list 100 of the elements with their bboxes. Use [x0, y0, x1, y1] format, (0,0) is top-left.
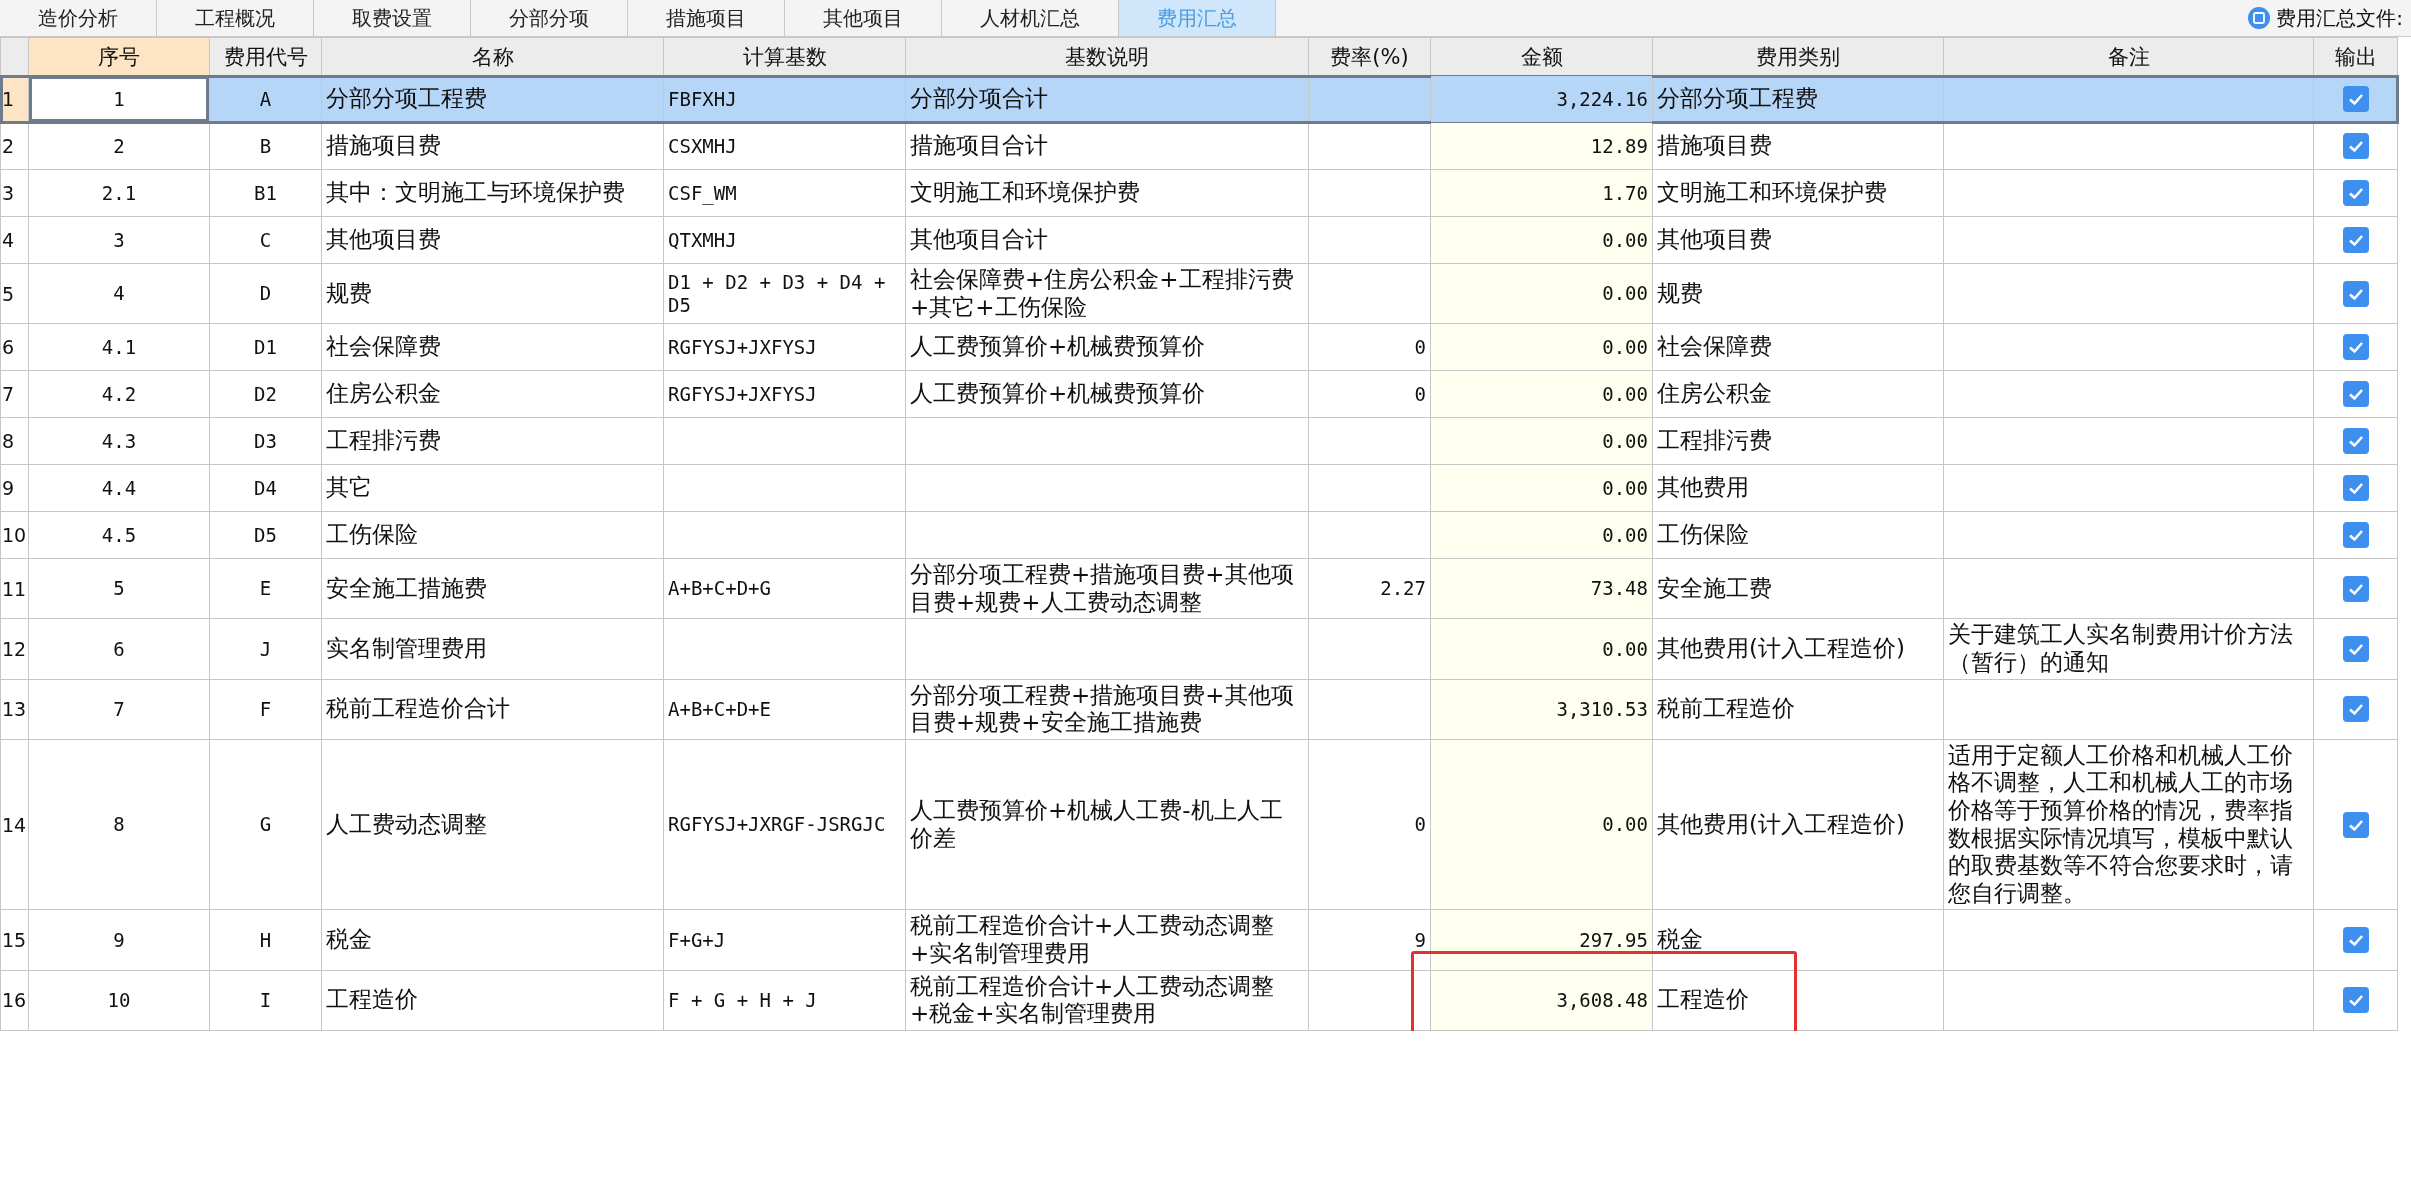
column-header[interactable]: 名称 [321, 37, 664, 76]
table-cell: 0 [1308, 739, 1431, 910]
table-cell: 0.00 [1430, 739, 1653, 910]
table-cell: 人工费预算价+机械人工费-机上人工价差 [905, 739, 1309, 910]
table-row[interactable]: 1 1 A 分部分项工程费 FBFXHJ 分部分项合计 3,224.16 分部分项工程费 [0, 75, 2398, 123]
table-row[interactable]: 4 3 C 其他项目费 QTXMHJ 其他项目合计 0.00 其他项目费 [0, 216, 2398, 264]
table-cell: 实名制管理费用 [321, 618, 664, 680]
column-header[interactable]: 计算基数 [663, 37, 906, 76]
table-cell: 0.00 [1430, 618, 1653, 680]
row-number: 7 [0, 370, 29, 418]
table-row[interactable]: 5 4 D 规费 D1 + D2 + D3 + D4 + D5 社会保障费+住房公积金+工程排污费+其它+工伤保险 0.00 规费 [0, 263, 2398, 324]
table-cell: 其中：文明施工与环境保护费 [321, 169, 664, 217]
table-cell: 其它 [321, 464, 664, 512]
table-row[interactable]: 2 2 B 措施项目费 CSXMHJ 措施项目合计 12.89 措施项目费 [0, 122, 2398, 170]
table-cell: 税前工程造价合计+人工费动态调整+实名制管理费用 [905, 909, 1309, 970]
table-cell: 8 [28, 739, 210, 910]
table-cell: 适用于定额人工价格和机械人工价格不调整，人工和机械人工的市场价格等于预算价格的情况，费率指数根据实际情况填写，模板中默认的取费基数等不符合您要求时，请您自行调整。 [1943, 739, 2314, 910]
checkbox[interactable] [2342, 811, 2369, 838]
table-cell: 工伤保险 [321, 511, 664, 559]
table-cell: 文明施工和环境保护费 [905, 169, 1309, 217]
table-cell: 1.70 [1430, 169, 1653, 217]
table-row[interactable]: 6 4.1 D1 社会保障费 RGFYSJ+JXFYSJ 人工费预算价+机械费预算价 0 0.00 社会保障费 [0, 323, 2398, 371]
table-cell: 措施项目合计 [905, 122, 1309, 170]
table-cell: 分部分项工程费+措施项目费+其他项目费+规费+人工费动态调整 [905, 558, 1309, 619]
column-header[interactable]: 费用类别 [1652, 37, 1944, 76]
table-cell: 工伤保险 [1652, 511, 1944, 559]
table-row[interactable]: 13 7 F 税前工程造价合计 A+B+C+D+E 分部分项工程费+措施项目费+其他项目费+规费+安全施工措施费 3,310.53 税前工程造价 [0, 679, 2398, 740]
checkbox[interactable] [2342, 381, 2369, 408]
table-cell: 税前工程造价合计+人工费动态调整+税金+实名制管理费用 [905, 970, 1309, 1031]
table-cell: 社会保障费 [321, 323, 664, 371]
checkbox[interactable] [2342, 86, 2369, 112]
row-number: 15 [0, 909, 29, 970]
table-row[interactable]: 11 5 E 安全施工措施费 A+B+C+D+G 分部分项工程费+措施项目费+其他项目费+规费+人工费动态调整 2.27 73.48 安全施工费 [0, 558, 2398, 619]
table-cell: RGFYSJ+JXRGF-JSRGJC [663, 739, 906, 910]
table-cell: 工程排污费 [1652, 417, 1944, 465]
column-header[interactable]: 费率(%) [1308, 37, 1431, 76]
checkbox[interactable] [2342, 987, 2369, 1014]
table-cell: E [209, 558, 322, 619]
checkbox[interactable] [2342, 227, 2369, 253]
checkbox[interactable] [2342, 696, 2369, 723]
checkbox[interactable] [2342, 522, 2369, 549]
table-cell: 住房公积金 [321, 370, 664, 418]
table-cell: F [209, 679, 322, 740]
table-cell: 4.3 [28, 417, 210, 465]
table-cell: 0.00 [1430, 263, 1653, 324]
table-cell: 其他项目费 [1652, 216, 1944, 264]
checkbox[interactable] [2342, 428, 2369, 455]
row-number: 4 [0, 216, 29, 264]
table-cell: 人工费预算价+机械费预算价 [905, 370, 1309, 418]
row-number: 6 [0, 323, 29, 371]
checkbox[interactable] [2342, 334, 2369, 361]
table-cell: B [209, 122, 322, 170]
table-row[interactable]: 8 4.3 D3 工程排污费 0.00 工程排污费 [0, 417, 2398, 465]
table-cell: D1 + D2 + D3 + D4 + D5 [663, 263, 906, 324]
checkbox[interactable] [2342, 475, 2369, 502]
checkbox[interactable] [2342, 635, 2369, 662]
table-cell: 关于建筑工人实名制费用计价方法（暂行）的通知 [1943, 618, 2314, 680]
table-row[interactable]: 7 4.2 D2 住房公积金 RGFYSJ+JXFYSJ 人工费预算价+机械费预算价 0 0.00 住房公积金 [0, 370, 2398, 418]
table-row[interactable]: 14 8 G 人工费动态调整 RGFYSJ+JXRGF-JSRGJC 人工费预算价+机械人工费-机上人工价差 0 0.00 其他费用(计入工程造价) 适用于定额人工价格和机械人工价格不调整，人工和机械人工的市场价格等于预算价格的情况，费率指数根据实际情况填写，模板中默认的取费基数等不符合您要求时，请您自行调整。 [0, 739, 2398, 910]
table-cell: 2.1 [28, 169, 210, 217]
column-header[interactable]: 基数说明 [905, 37, 1309, 76]
table-row[interactable]: 12 6 J 实名制管理费用 0.00 其他费用(计入工程造价) 关于建筑工人实名制费用计价方法（暂行）的通知 [0, 618, 2398, 680]
row-number: 16 [0, 970, 29, 1031]
table-row[interactable]: 9 4.4 D4 其它 0.00 其他费用 [0, 464, 2398, 512]
checkbox[interactable] [2342, 575, 2369, 602]
table-cell: J [209, 618, 322, 680]
row-number: 13 [0, 679, 29, 740]
checkbox[interactable] [2342, 926, 2369, 953]
table-row[interactable]: 15 9 H 税金 F+G+J 税前工程造价合计+人工费动态调整+实名制管理费用 9 297.95 税金 [0, 909, 2398, 970]
table-cell: 3,224.16 [1430, 75, 1653, 123]
table-cell: 工程排污费 [321, 417, 664, 465]
table-row[interactable]: 10 4.5 D5 工伤保险 0.00 工伤保险 [0, 511, 2398, 559]
column-header[interactable]: 输出 [2313, 37, 2398, 76]
row-number: 12 [0, 618, 29, 680]
table-cell: RGFYSJ+JXFYSJ [663, 323, 906, 371]
table-cell: QTXMHJ [663, 216, 906, 264]
table-cell: D [209, 263, 322, 324]
table-cell: 6 [28, 618, 210, 680]
table-cell: CSXMHJ [663, 122, 906, 170]
row-number: 3 [0, 169, 29, 217]
column-header[interactable]: 费用代号 [209, 37, 322, 76]
row-number: 5 [0, 263, 29, 324]
table-cell: 税金 [321, 909, 664, 970]
table-cell: 0.00 [1430, 464, 1653, 512]
column-header[interactable]: 序号 [28, 37, 210, 76]
table-cell: 2 [28, 122, 210, 170]
column-header[interactable]: 备注 [1943, 37, 2314, 76]
table-cell: 分部分项工程费+措施项目费+其他项目费+规费+安全施工措施费 [905, 679, 1309, 740]
table-row[interactable]: 3 2.1 B1 其中：文明施工与环境保护费 CSF_WM 文明施工和环境保护费 1.70 文明施工和环境保护费 [0, 169, 2398, 217]
table-cell: 规费 [1652, 263, 1944, 324]
column-header[interactable]: 金额 [1430, 37, 1653, 76]
checkbox[interactable] [2342, 280, 2369, 307]
checkbox[interactable] [2342, 180, 2369, 206]
table-cell: 其他费用(计入工程造价) [1652, 618, 1944, 680]
table-cell: 其他项目费 [321, 216, 664, 264]
checkbox[interactable] [2342, 133, 2369, 159]
table-cell: 0 [1308, 323, 1431, 371]
table-cell: I [209, 970, 322, 1031]
table-cell: 0.00 [1430, 323, 1653, 371]
table-cell: 其他项目合计 [905, 216, 1309, 264]
